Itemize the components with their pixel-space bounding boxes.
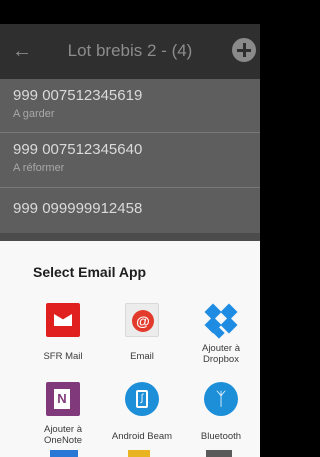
app-label: Bluetooth xyxy=(200,431,242,442)
app-icon-partial xyxy=(128,450,150,457)
onenote-icon: N xyxy=(46,382,80,416)
list-item[interactable]: 999 007512345619 A garder xyxy=(0,79,260,133)
app-label: Ajouter à OneNote xyxy=(43,424,83,446)
app-icon-partial xyxy=(206,450,232,457)
bluetooth-icon: ᛉ xyxy=(204,382,238,416)
list-divider xyxy=(0,233,260,241)
app-email[interactable]: @ Email xyxy=(99,303,185,363)
list-item-number: 999 007512345640 xyxy=(13,141,143,158)
list-item-number: 999 007512345619 xyxy=(13,87,143,104)
app-bar: ← Lot brebis 2 - (4) xyxy=(0,24,260,79)
list-item-status: A réformer xyxy=(13,162,65,174)
android-beam-icon: ∫ xyxy=(125,382,159,416)
app-dropbox[interactable]: Ajouter à Dropbox xyxy=(178,303,264,367)
list-item[interactable]: 999 007512345640 A réformer xyxy=(0,133,260,188)
sfr-mail-icon xyxy=(46,303,80,337)
email-icon: @ xyxy=(125,303,159,337)
list-item-status: A garder xyxy=(13,108,55,120)
app-label: Android Beam xyxy=(111,431,173,442)
list-item[interactable]: 999 099999912458 xyxy=(0,188,260,233)
app-sfr-mail[interactable]: SFR Mail xyxy=(20,303,106,363)
sheet-title: Select Email App xyxy=(33,264,147,280)
app-label: Email xyxy=(130,351,154,362)
page-title: Lot brebis 2 - (4) xyxy=(67,41,193,60)
list-item-number: 999 099999912458 xyxy=(13,200,143,217)
dropbox-icon xyxy=(204,303,238,339)
app-icon-partial xyxy=(50,450,78,457)
status-bar xyxy=(0,0,260,24)
app-bluetooth[interactable]: ᛉ Bluetooth xyxy=(178,382,264,446)
app-label: Ajouter à Dropbox xyxy=(201,343,241,365)
plus-circle-icon[interactable] xyxy=(232,38,256,62)
share-sheet: Select Email App SFR Mail @ Email Ajoute… xyxy=(0,241,260,457)
app-android-beam[interactable]: ∫ Android Beam xyxy=(99,382,185,446)
app-onenote[interactable]: N Ajouter à OneNote xyxy=(20,382,106,446)
animal-list: 999 007512345619 A garder 999 0075123456… xyxy=(0,79,260,241)
app-label: SFR Mail xyxy=(43,351,83,362)
